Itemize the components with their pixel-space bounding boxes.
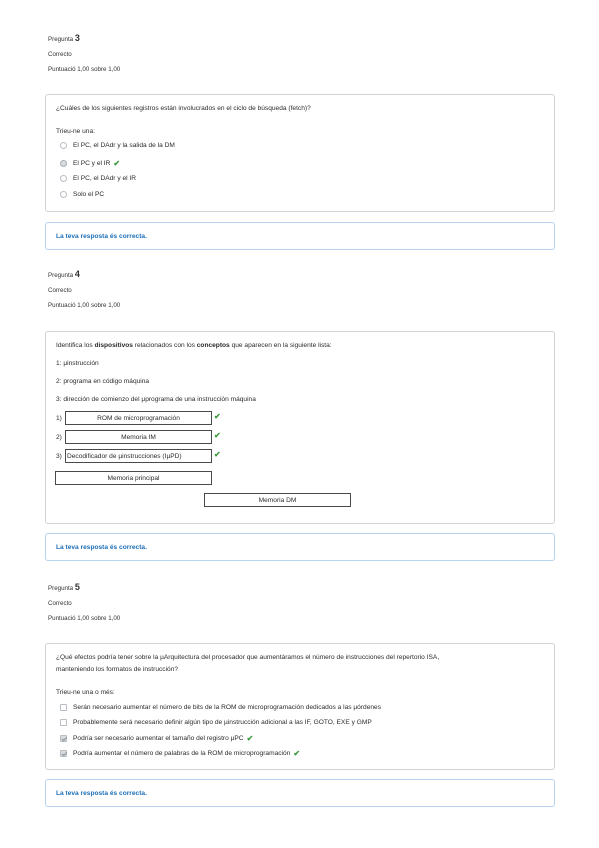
q4-answer-1-dropzone[interactable]: ROM de microprogramación bbox=[65, 411, 212, 425]
q5-option-2[interactable]: Probablemente será necesario definir alg… bbox=[60, 719, 372, 726]
q5-option-4[interactable]: Podría aumentar el número de palabras de… bbox=[60, 749, 300, 758]
q5-option-3[interactable]: Podría ser necesario aumentar el tamaño … bbox=[60, 734, 253, 743]
q3-content-box: ¿Cuáles de los siguientes registros está… bbox=[45, 94, 555, 212]
q4-question-text: Identifica los dispositivos relacionados… bbox=[56, 342, 332, 349]
q5-feedback: La teva resposta és correcta. bbox=[45, 779, 555, 807]
q3-feedback: La teva resposta és correcta. bbox=[45, 222, 555, 250]
q5-number: 5 bbox=[74, 582, 80, 592]
q5-question-line2: manteniendo los formatos de instrucción? bbox=[56, 666, 179, 673]
checkbox[interactable] bbox=[60, 704, 67, 711]
q5-info: Pregunta 5 Correcto Puntuació 1,00 sobre… bbox=[48, 583, 120, 632]
q5-title: Pregunta 5 bbox=[48, 582, 80, 592]
q3-number: 3 bbox=[74, 33, 80, 43]
q5-status: Correcto bbox=[48, 600, 72, 608]
q4-item-3: 3: dirección de comienzo del μprograma d… bbox=[56, 396, 256, 403]
q3-score: Puntuació 1,00 sobre 1,00 bbox=[48, 66, 121, 74]
q4-answer-3-dropzone[interactable]: Decodificador de µinstrucciones (IµPD) bbox=[65, 449, 212, 463]
q3-info: Pregunta 3 Correcto Puntuació 1,00 sobre… bbox=[48, 34, 120, 83]
q5-prompt: Trieu-ne una o més: bbox=[56, 689, 115, 696]
q4-info: Pregunta 4 Correcto Puntuació 1,00 sobre… bbox=[48, 270, 120, 319]
checkbox-checked[interactable] bbox=[60, 735, 67, 742]
q4-status: Correcto bbox=[48, 287, 72, 295]
check-icon: ✔ bbox=[293, 749, 301, 758]
radio-button-selected[interactable] bbox=[60, 160, 67, 167]
q5-question-line1: ¿Qué efectos podría tener sobre la µArqu… bbox=[56, 654, 440, 661]
check-icon: ✔ bbox=[214, 431, 221, 440]
q4-score: Puntuació 1,00 sobre 1,00 bbox=[48, 302, 121, 310]
radio-button[interactable] bbox=[60, 175, 67, 182]
q4-answer-3-number: 3) bbox=[56, 453, 62, 460]
radio-button[interactable] bbox=[60, 142, 67, 149]
checkbox[interactable] bbox=[60, 719, 67, 726]
q4-item-1: 1: μinstrucción bbox=[56, 360, 99, 367]
check-icon: ✔ bbox=[246, 734, 254, 743]
q4-answer-2-dropzone[interactable]: Memoria IM bbox=[65, 430, 212, 444]
q4-content-box: Identifica los dispositivos relacionados… bbox=[45, 331, 555, 524]
q4-title: Pregunta 4 bbox=[48, 269, 80, 279]
check-icon: ✔ bbox=[113, 159, 121, 168]
q3-option-4[interactable]: Solo el PC bbox=[60, 191, 104, 198]
q4-draggable-memoria-dm[interactable]: Memoria DM bbox=[204, 493, 351, 507]
q4-draggable-memoria-principal[interactable]: Memoria principal bbox=[55, 471, 212, 485]
q5-score: Puntuació 1,00 sobre 1,00 bbox=[48, 615, 121, 623]
radio-button[interactable] bbox=[60, 191, 67, 198]
q4-item-2: 2: programa en código máquina bbox=[56, 378, 150, 385]
q5-content-box: ¿Qué efectos podría tener sobre la µArqu… bbox=[45, 643, 555, 770]
check-icon: ✔ bbox=[214, 412, 221, 421]
q4-number: 4 bbox=[74, 269, 80, 279]
q3-option-3[interactable]: El PC, el DAdr y el IR bbox=[60, 175, 136, 182]
q3-option-1[interactable]: El PC, el DAdr y la salida de la DM bbox=[60, 142, 175, 149]
q5-option-1[interactable]: Serán necesario aumentar el número de bi… bbox=[60, 704, 381, 711]
q3-question-text: ¿Cuáles de los siguientes registros está… bbox=[56, 105, 311, 112]
q4-answer-1-number: 1) bbox=[56, 415, 62, 422]
checkbox-checked[interactable] bbox=[60, 750, 67, 757]
check-icon: ✔ bbox=[214, 450, 221, 459]
q4-feedback: La teva resposta és correcta. bbox=[45, 533, 555, 561]
q3-status: Correcto bbox=[48, 51, 72, 59]
q4-answer-2-number: 2) bbox=[56, 434, 62, 441]
q3-option-2[interactable]: El PC y el IR ✔ bbox=[60, 159, 120, 168]
q3-title: Pregunta 3 bbox=[48, 33, 80, 43]
q3-prompt: Trieu-ne una: bbox=[56, 128, 95, 135]
